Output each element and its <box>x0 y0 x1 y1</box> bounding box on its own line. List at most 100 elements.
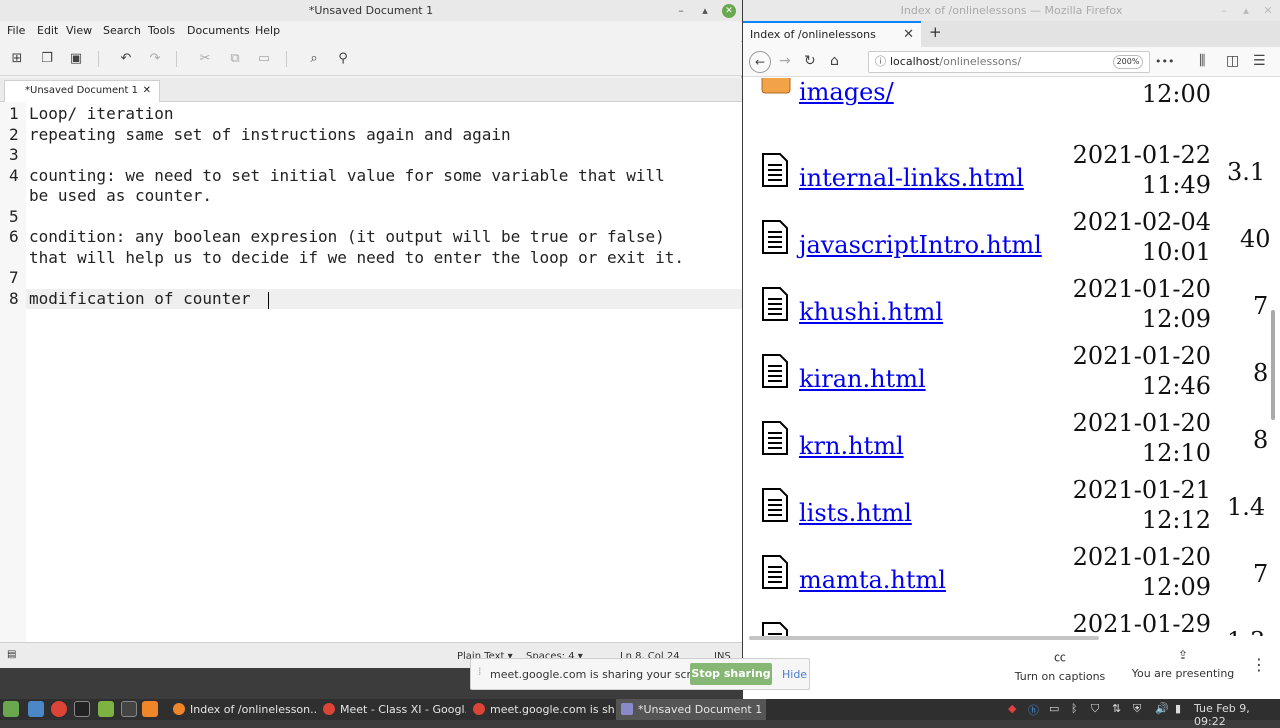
close-tab-icon[interactable]: ✕ <box>903 23 914 47</box>
info-icon[interactable]: ⓘ <box>875 52 886 72</box>
file-date: 2021-01-29 <box>1072 610 1211 636</box>
browser-tab[interactable]: Index of /onlinelessons ✕ <box>743 21 921 47</box>
home-icon[interactable]: ⌂ <box>830 53 839 69</box>
menu-search[interactable]: Search <box>103 24 141 37</box>
menu-file[interactable]: File <box>7 24 25 37</box>
replace-icon[interactable]: ⚲ <box>334 50 352 68</box>
chrome-launcher-icon[interactable] <box>51 701 67 717</box>
page-actions-icon[interactable]: ••• <box>1155 52 1174 72</box>
document-tabs: *Unsaved Document 1 ✕ <box>0 78 742 102</box>
bluetooth-icon[interactable]: ᛒ <box>1071 702 1078 715</box>
folder-icon <box>761 78 791 100</box>
zoom-level[interactable]: 200% <box>1113 55 1143 69</box>
redo-icon[interactable]: ↷ <box>146 50 164 68</box>
presenting-button[interactable]: ⇪ You are presenting <box>1123 648 1243 680</box>
text-line: modification of counter <box>29 289 251 308</box>
file-link[interactable]: images/ <box>799 78 894 106</box>
file-size: 3.1 <box>1227 158 1266 186</box>
hide-button[interactable]: Hide <box>782 668 807 681</box>
file-link[interactable]: internal-links.html <box>799 164 1024 192</box>
menu-edit[interactable]: Edit <box>37 24 58 37</box>
hp-tray-icon[interactable]: ⓗ <box>1028 702 1039 718</box>
present-screen-icon: ⇪ <box>1177 648 1189 662</box>
vertical-scrollbar[interactable] <box>1271 310 1275 420</box>
start-menu-icon[interactable] <box>3 701 19 717</box>
file-size: 7 <box>1253 292 1269 320</box>
forward-arrow-icon[interactable]: → <box>779 53 791 69</box>
new-tab-icon[interactable]: + <box>929 23 942 41</box>
drag-handle-icon[interactable]: ⁞ <box>478 665 482 678</box>
menu-tools[interactable]: Tools <box>148 24 175 37</box>
taskbar-window-share[interactable]: meet.google.com is sh... <box>468 699 614 720</box>
search-icon[interactable]: ⌕ <box>305 50 323 68</box>
keyboard-tray-icon[interactable]: ▭ <box>1049 702 1059 715</box>
horizontal-scrollbar[interactable] <box>749 636 1099 640</box>
text-editor-window: *Unsaved Document 1 – ▴ ✕ File Edit View… <box>0 0 742 668</box>
clock[interactable]: Tue Feb 9, 09:22 <box>1194 702 1280 728</box>
back-arrow-icon[interactable]: ← <box>749 51 771 73</box>
file-link[interactable]: lists.html <box>799 499 912 527</box>
file-date: 2021-01-20 <box>1072 543 1211 571</box>
maximize-icon[interactable]: ▴ <box>1239 4 1253 18</box>
menu-icon[interactable]: ☰ <box>1253 53 1266 69</box>
shield-icon[interactable]: ⛉ <box>1091 702 1099 716</box>
undo-icon[interactable]: ↶ <box>117 50 135 68</box>
battery-icon[interactable]: ▮ <box>1175 702 1181 715</box>
file-link[interactable]: kiran.html <box>799 365 926 393</box>
stop-sharing-button[interactable]: Stop sharing <box>690 663 772 685</box>
file-link[interactable]: krn.html <box>799 432 904 460</box>
close-icon[interactable]: ✕ <box>1261 4 1275 18</box>
file-size: 1.4 <box>1227 493 1266 521</box>
captions-button[interactable]: ㏄ Turn on captions <box>1000 648 1120 683</box>
taskbar-window-meet[interactable]: Meet - Class XI - Googl... <box>318 699 466 720</box>
save-icon[interactable]: ▣ <box>67 50 85 68</box>
file-icon <box>761 421 789 455</box>
line-number: 7 <box>9 268 19 287</box>
files-launcher-icon[interactable] <box>98 701 114 717</box>
file-date: 2021-01-22 <box>1072 141 1211 169</box>
file-date: 2021-01-20 <box>1072 409 1211 437</box>
firefox-window: Index of /onlinelessons — Mozilla Firefo… <box>743 0 1280 648</box>
reload-icon[interactable]: ↻ <box>804 53 816 69</box>
file-time: 12:00 <box>1141 80 1211 108</box>
firefox-launcher-icon[interactable] <box>142 701 158 717</box>
terminal-launcher-icon[interactable] <box>74 701 90 717</box>
diamond-tray-icon[interactable]: ◆ <box>1008 702 1016 715</box>
tab-unsaved-document[interactable]: *Unsaved Document 1 ✕ <box>4 80 160 102</box>
taskbar-window-firefox[interactable]: Index of /onlinelesson... <box>168 699 316 720</box>
update-shield-icon[interactable]: ⛨ <box>1133 702 1141 716</box>
sidebar-icon[interactable]: ◫ <box>1226 53 1239 69</box>
menu-view[interactable]: View <box>66 24 92 37</box>
maximize-icon[interactable]: ▴ <box>698 4 712 18</box>
minimize-icon[interactable]: – <box>674 4 688 18</box>
text-line: repeating same set of instructions again… <box>29 125 511 144</box>
volume-icon[interactable]: 🔊 <box>1155 702 1169 715</box>
file-link[interactable]: khushi.html <box>799 298 943 326</box>
library-icon[interactable]: ⫼ <box>1199 53 1205 69</box>
paste-icon[interactable]: ▭ <box>255 50 273 68</box>
file-modified: 2021-01-22 11:49 <box>1073 140 1211 200</box>
close-tab-icon[interactable]: ✕ <box>143 81 151 101</box>
presenting-label: You are presenting <box>1131 667 1235 680</box>
url-bar[interactable]: ⓘ localhost/onlinelessons/ 200% ••• <box>868 51 1174 73</box>
taskbar-window-editor[interactable]: *Unsaved Document 1 <box>616 699 766 720</box>
file-size: 8 <box>1253 359 1269 387</box>
editor-launcher-icon[interactable] <box>121 701 137 717</box>
minimize-icon[interactable]: – <box>1217 4 1231 18</box>
file-link[interactable]: mamta.html <box>799 566 946 594</box>
new-document-icon[interactable]: ⊞ <box>8 50 26 68</box>
text-area[interactable]: 1 Loop/ iteration 2 repeating same set o… <box>0 102 742 642</box>
copy-icon[interactable]: ⧉ <box>226 50 244 68</box>
more-options-icon[interactable]: ⋮ <box>1251 655 1267 674</box>
file-link[interactable]: javascriptIntro.html <box>799 231 1042 259</box>
firefox-window-title: Index of /onlinelessons — Mozilla Firefo… <box>900 4 1123 17</box>
show-desktop-icon[interactable] <box>28 701 44 717</box>
cut-icon[interactable]: ✂ <box>196 50 214 68</box>
close-icon[interactable]: ✕ <box>722 4 736 18</box>
file-icon <box>761 287 789 321</box>
menu-documents[interactable]: Documents <box>187 24 250 37</box>
menu-help[interactable]: Help <box>255 24 280 37</box>
sidebar-toggle-icon[interactable]: ▤ <box>7 649 16 660</box>
open-document-icon[interactable]: ❐ <box>38 50 56 68</box>
network-icon[interactable]: ⇅ <box>1112 702 1121 715</box>
